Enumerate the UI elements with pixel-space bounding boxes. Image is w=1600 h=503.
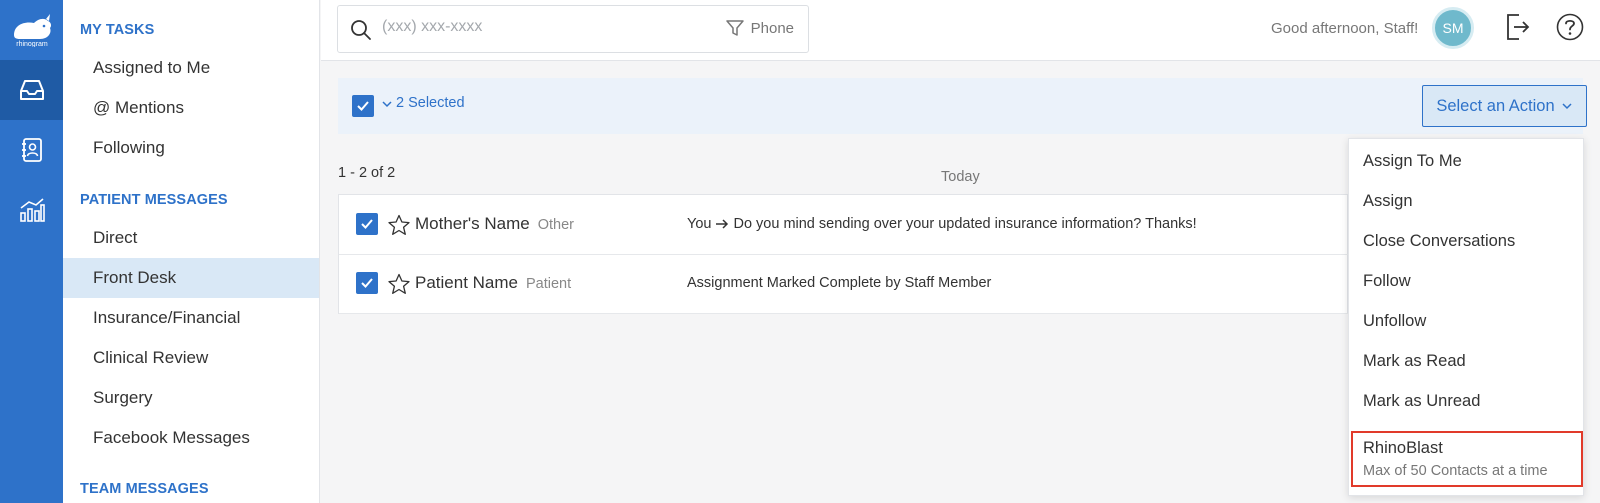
sidebar-item-insurance-financial[interactable]: Insurance/Financial xyxy=(63,298,319,338)
search-input[interactable] xyxy=(382,18,682,36)
rhinoblast-subtitle: Max of 50 Contacts at a time xyxy=(1363,463,1548,479)
rhinogram-logo[interactable]: rhinogram xyxy=(0,0,63,60)
menu-item-assign[interactable]: Assign xyxy=(1349,181,1585,221)
rail-inbox[interactable] xyxy=(0,60,63,120)
rail-contacts[interactable] xyxy=(0,120,63,180)
message-preview: You Do you mind sending over your update… xyxy=(687,216,1197,232)
rhinoblast-title: RhinoBlast xyxy=(1363,439,1443,457)
chevron-down-icon xyxy=(1562,103,1572,110)
message-preview: Assignment Marked Complete by Staff Memb… xyxy=(687,275,991,291)
search-filter-label: Phone xyxy=(750,19,794,37)
logo-wordmark: rhinogram xyxy=(16,41,48,47)
menu-item-mark-as-read[interactable]: Mark as Read xyxy=(1349,341,1585,381)
avatar[interactable]: SM xyxy=(1432,7,1474,49)
sidebar-item-clinical-review[interactable]: Clinical Review xyxy=(63,338,319,378)
message-text: Do you mind sending over your updated in… xyxy=(733,216,1197,232)
sidebar-item-surgery[interactable]: Surgery xyxy=(63,378,319,418)
menu-item-follow[interactable]: Follow xyxy=(1349,261,1585,301)
menu-item-assign-to-me[interactable]: Assign To Me xyxy=(1349,141,1585,181)
contact-type: Other xyxy=(537,217,574,233)
menu-item-mark-as-unread[interactable]: Mark as Unread xyxy=(1349,381,1585,421)
inbox-sidebar: MY TASKS Assigned to Me @ Mentions Follo… xyxy=(63,0,320,503)
list-item[interactable]: Mother's Name Other You Do you mind sendi… xyxy=(339,195,1349,255)
menu-item-close-conversations[interactable]: Close Conversations xyxy=(1349,221,1585,261)
list-item[interactable]: Patient Name Patient Assignment Marked Co… xyxy=(339,254,1349,314)
row-checkbox[interactable] xyxy=(356,272,378,294)
select-action-button[interactable]: Select an Action xyxy=(1422,85,1587,127)
my-tasks-heading: MY TASKS xyxy=(80,22,155,38)
contact-name-text: Mother's Name xyxy=(415,214,530,233)
result-count: 1 - 2 of 2 xyxy=(338,165,396,181)
row-checkbox[interactable] xyxy=(356,213,378,235)
action-dropdown-menu: Assign To Me Assign Close Conversations … xyxy=(1348,138,1584,496)
team-messages-heading: TEAM MESSAGES xyxy=(80,481,209,497)
patient-messages-heading: PATIENT MESSAGES xyxy=(80,192,228,208)
star-icon[interactable] xyxy=(387,273,411,295)
greeting-text: Good afternoon, Staff! xyxy=(1271,20,1419,37)
star-icon[interactable] xyxy=(387,214,411,236)
date-group-label: Today xyxy=(941,169,980,185)
contact-name: Mother's Name Other xyxy=(415,214,574,234)
filter-icon xyxy=(725,20,744,36)
app-rail: rhinogram xyxy=(0,0,63,503)
checkmark-icon xyxy=(361,219,373,229)
bulk-action-bar: 2 Selected xyxy=(338,78,1583,134)
help-icon[interactable] xyxy=(1555,12,1585,42)
message-text: Assignment Marked Complete by Staff Memb… xyxy=(687,275,992,291)
analytics-icon xyxy=(19,198,45,222)
select-all-checkbox[interactable] xyxy=(352,95,374,117)
message-sender: You xyxy=(687,216,712,232)
sidebar-item-direct[interactable]: Direct xyxy=(63,218,319,258)
rail-analytics[interactable] xyxy=(0,180,63,240)
checkmark-icon xyxy=(361,278,373,288)
search-box: Phone xyxy=(337,5,809,53)
search-filter-dropdown[interactable]: Phone xyxy=(725,18,794,38)
inbox-icon xyxy=(19,80,44,100)
sidebar-item-following[interactable]: Following xyxy=(63,128,319,168)
selected-count[interactable]: 2 Selected xyxy=(396,95,465,111)
conversation-list: Mother's Name Other You Do you mind sendi… xyxy=(338,194,1349,314)
contact-type: Patient xyxy=(526,276,572,292)
select-action-label: Select an Action xyxy=(1436,96,1555,115)
checkmark-icon xyxy=(357,101,369,111)
contact-name-text: Patient Name xyxy=(415,273,518,292)
sidebar-item-front-desk[interactable]: Front Desk xyxy=(63,258,319,298)
search-icon xyxy=(351,20,371,40)
chevron-down-icon[interactable] xyxy=(381,98,393,110)
sidebar-item-assigned-to-me[interactable]: Assigned to Me xyxy=(63,48,319,88)
menu-item-unfollow[interactable]: Unfollow xyxy=(1349,301,1585,341)
contacts-icon xyxy=(21,138,42,162)
logout-icon[interactable] xyxy=(1505,12,1531,42)
sidebar-item-mentions[interactable]: @ Mentions xyxy=(63,88,319,128)
arrow-right-icon xyxy=(716,219,729,229)
contact-name: Patient Name Patient xyxy=(415,273,571,293)
top-header: Phone Good afternoon, Staff! SM xyxy=(321,0,1600,61)
sidebar-item-facebook-messages[interactable]: Facebook Messages xyxy=(63,418,319,458)
